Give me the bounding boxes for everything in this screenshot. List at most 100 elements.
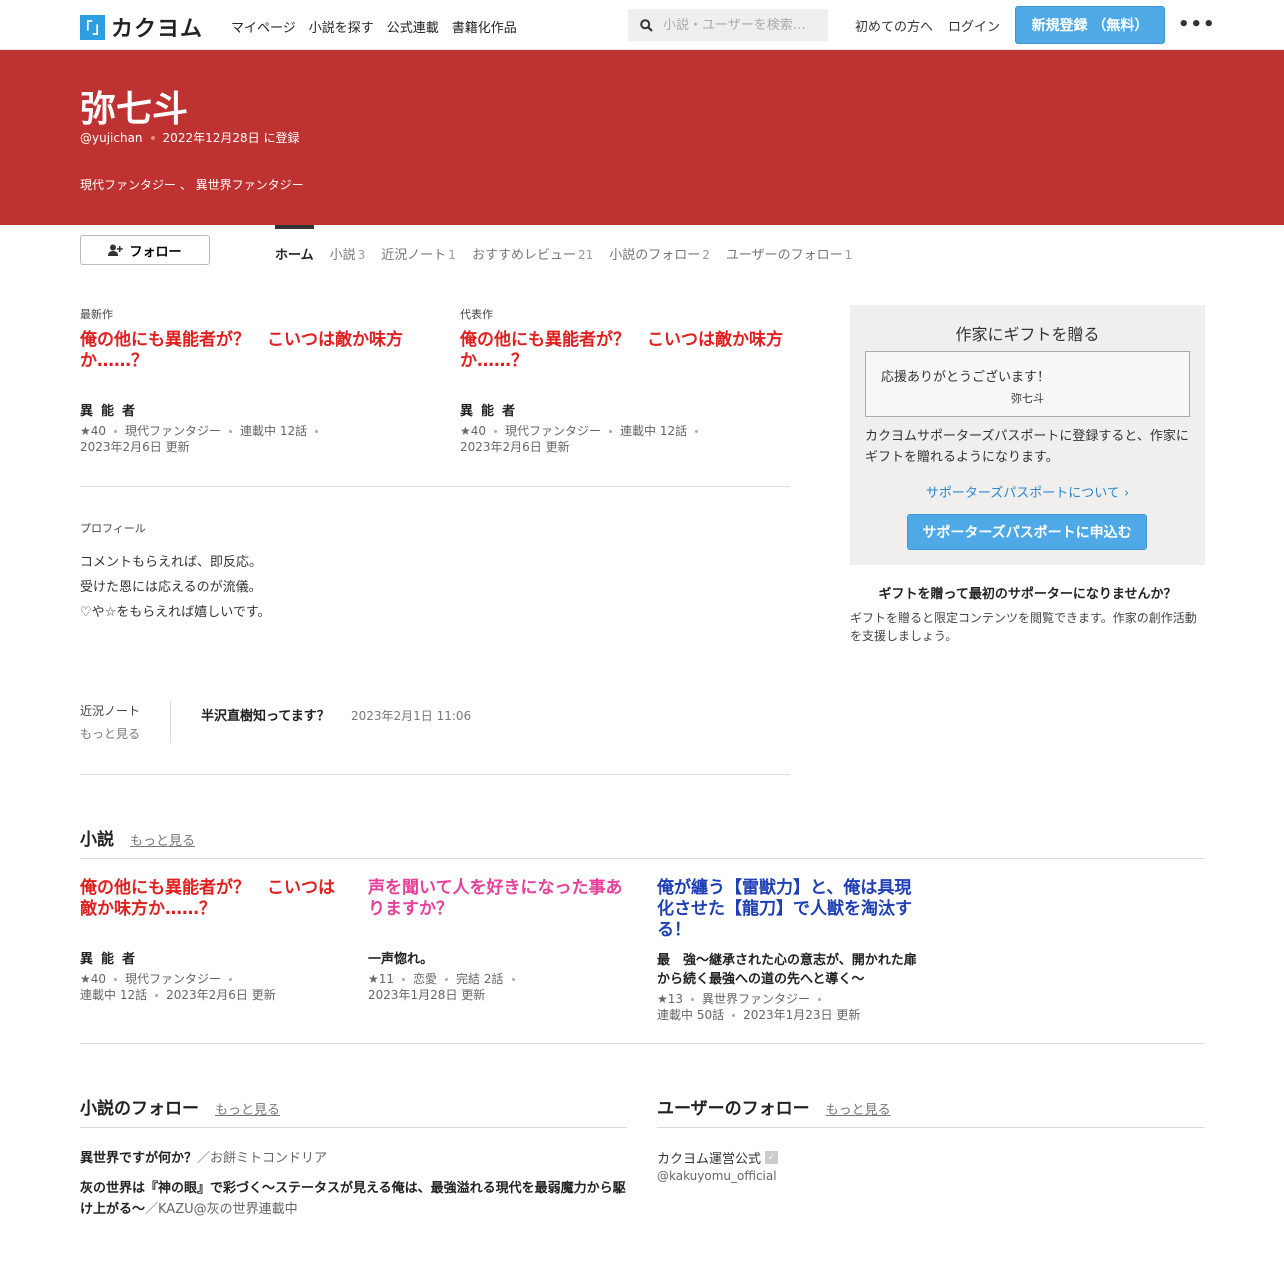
divider: [80, 774, 790, 775]
followed-user-name[interactable]: カクヨム運営公式 ✓: [657, 1148, 779, 1167]
divider: [80, 1127, 627, 1128]
profile-label: プロフィール: [80, 522, 146, 535]
gift-message: 応援ありがとうございます！: [881, 370, 1051, 385]
main-nav: マイページ 小説を探す 公式連載 書籍化作品: [231, 17, 517, 36]
gift-panel: 作家にギフトを贈る 応援ありがとうございます！ 弥七斗 カクヨムサポーターズパス…: [850, 305, 1205, 565]
profile-tabs: ホーム 小説 3 近況ノート 1 おすすめレビュー 21 小説のフォロー 2 ユーザーの…: [275, 225, 852, 265]
novel-card: 俺が纏う【雷獣力】と、俺は具現化させた【龍刀】で人獣を淘汰する！ 最 強〜継承さ…: [657, 878, 917, 1023]
novel-follows-more-link[interactable]: もっと見る: [215, 1099, 280, 1118]
gift-message-box: 応援ありがとうございます！ 弥七斗: [865, 351, 1190, 417]
tab-novels[interactable]: 小説 3: [330, 225, 366, 265]
tab-novel-follows[interactable]: 小説のフォロー 2: [609, 225, 710, 265]
search-icon[interactable]: [640, 18, 653, 32]
tab-count: 3: [357, 248, 366, 262]
work-genre[interactable]: 現代ファンタジー: [125, 424, 221, 438]
novel-updated: 2023年1月28日 更新: [368, 988, 486, 1002]
register-button[interactable]: 新規登録 （無料）: [1015, 6, 1165, 44]
novel-card: 俺の他にも異能者が？ こいつは敵か味方か……？ 異能者 ★40 現代ファンタジー …: [80, 878, 340, 1003]
user-follows-heading: ユーザーのフォロー: [657, 1099, 810, 1119]
news-title[interactable]: 半沢直樹知ってます？: [201, 705, 330, 724]
work-genre[interactable]: 現代ファンタジー: [505, 424, 601, 438]
tab-label: ホーム: [275, 248, 314, 263]
search-box: [628, 9, 828, 41]
followed-novel-author[interactable]: ／KAZU@灰の世界連載中: [145, 1202, 298, 1217]
latest-label: 最新作: [80, 308, 113, 321]
followed-user: カクヨム運営公式 ✓ @kakuyomu_official: [657, 1148, 779, 1183]
list-item: 灰の世界は『神の眼』で彩づく～ステータスが見える俺は、最強溢れる現代を最弱魔力か…: [80, 1178, 630, 1220]
work-updated: 2023年2月6日 更新: [460, 440, 570, 454]
novel-genre[interactable]: 恋愛: [413, 972, 437, 986]
logo-mark: 「」: [78, 14, 108, 40]
tab-news[interactable]: 近況ノート 1: [381, 225, 456, 265]
user-follows-more-link[interactable]: もっと見る: [826, 1099, 891, 1118]
search-input[interactable]: [663, 17, 823, 33]
work-catch: 異能者: [460, 404, 524, 419]
tab-count: 1: [448, 248, 456, 262]
tab-count: 21: [577, 248, 594, 262]
representative-label: 代表作: [460, 308, 493, 321]
novel-genre[interactable]: 異世界ファンタジー: [702, 992, 810, 1006]
tab-user-follows[interactable]: ユーザーのフォロー 1: [726, 225, 852, 265]
official-badge-icon: ✓: [765, 1151, 779, 1164]
divider: [80, 858, 1205, 859]
news-date: 2023年2月1日 11:06: [351, 709, 472, 723]
followed-novel-author[interactable]: ／お餅ミトコンドリア: [197, 1151, 327, 1166]
novel-title[interactable]: 俺の他にも異能者が？ こいつは敵か味方か……？: [80, 878, 340, 920]
news-more-link[interactable]: もっと見る: [80, 725, 140, 742]
tab-reviews[interactable]: おすすめレビュー 21: [472, 225, 593, 265]
work-catch: 異能者: [80, 404, 144, 419]
beginner-link[interactable]: 初めての方へ: [855, 16, 933, 35]
gift-signature: 弥七斗: [1011, 392, 1044, 405]
news-label: 近況ノート: [80, 704, 141, 718]
news-section: 近況ノート もっと見る: [80, 702, 140, 742]
work-title[interactable]: 俺の他にも異能者が？ こいつは敵か味方か……？: [460, 330, 800, 372]
novel-genre[interactable]: 現代ファンタジー: [125, 972, 221, 986]
novel-title[interactable]: 声を聞いて人を好きになった事ありますか？: [368, 878, 628, 920]
profile-banner: 弥七斗 @yujichan 2022年12月28日 に登録 現代ファンタジー 、…: [0, 50, 1284, 225]
novel-title[interactable]: 俺が纏う【雷獣力】と、俺は具現化させた【龍刀】で人獣を淘汰する！: [657, 878, 917, 941]
novel-meta: ★11 恋愛 完結 2話 2023年1月28日 更新: [368, 971, 628, 1003]
gift-question: ギフトを贈って最初のサポーターになりませんか？: [878, 587, 1177, 602]
site-logo[interactable]: 「」 カクヨム: [78, 11, 203, 43]
novel-follows-list: 異世界ですが何か？／お餅ミトコンドリア 灰の世界は『神の眼』で彩づく～ステータス…: [80, 1148, 630, 1229]
more-dots-icon[interactable]: •••: [1178, 14, 1216, 35]
tab-label: 小説: [329, 248, 356, 263]
tab-home[interactable]: ホーム: [275, 225, 314, 265]
separator-dot: [150, 135, 155, 140]
nav-published-works[interactable]: 書籍化作品: [452, 17, 517, 36]
novels-more-link[interactable]: もっと見る: [130, 830, 195, 849]
novel-stars: ★11: [368, 972, 395, 986]
novels-section-header: 小説 もっと見る: [80, 825, 195, 850]
passport-apply-button[interactable]: サポーターズパスポートに申込む: [907, 514, 1147, 550]
follow-button[interactable]: フォロー: [80, 235, 210, 265]
tab-count: 2: [702, 248, 710, 262]
nav-official-series[interactable]: 公式連載: [387, 17, 439, 36]
nav-find-novels[interactable]: 小説を探す: [309, 17, 374, 36]
work-stars: ★40: [80, 424, 107, 438]
login-link[interactable]: ログイン: [948, 16, 1000, 35]
user-name: 弥七斗: [80, 88, 189, 130]
profile-line: ♡や☆をもらえれば嬉しいです。: [80, 605, 271, 620]
passport-info-label: サポーターズパスポートについて: [925, 486, 1120, 501]
novel-status: 連載中 12話: [80, 988, 148, 1002]
latest-work: 俺の他にも異能者が？ こいつは敵か味方か……？ 異能者 ★40 現代ファンタジー 連…: [80, 330, 420, 455]
tab-label: 近況ノート: [381, 248, 447, 263]
user-follows-header: ユーザーのフォロー もっと見る: [657, 1094, 891, 1119]
follow-label: フォロー: [129, 243, 182, 259]
registered-date: 2022年12月28日 に登録: [162, 131, 300, 145]
followed-user-id: @kakuyomu_official: [657, 1169, 777, 1183]
novel-status: 連載中 50話: [657, 1008, 725, 1022]
novel-meta: ★13 異世界ファンタジー 連載中 50話 2023年1月23日 更新: [657, 991, 917, 1023]
news-divider: [170, 701, 171, 743]
tab-count: 1: [844, 248, 853, 262]
nav-mypage[interactable]: マイページ: [231, 17, 296, 36]
tab-label: ユーザーのフォロー: [725, 248, 843, 263]
tab-label: 小説のフォロー: [609, 248, 701, 263]
novel-follows-header: 小説のフォロー もっと見る: [80, 1094, 280, 1119]
passport-info-link[interactable]: サポーターズパスポートについて ›: [850, 482, 1205, 501]
followed-novel-title[interactable]: 異世界ですが何か？: [80, 1151, 197, 1166]
novel-catch: 一声惚れ。: [368, 952, 434, 967]
followed-novel-title-text: 異世界ですが何か？: [80, 1151, 198, 1166]
novel-card: 声を聞いて人を好きになった事ありますか？ 一声惚れ。 ★11 恋愛 完結 2話 20…: [368, 878, 628, 1003]
work-title[interactable]: 俺の他にも異能者が？ こいつは敵か味方か……？: [80, 330, 420, 372]
